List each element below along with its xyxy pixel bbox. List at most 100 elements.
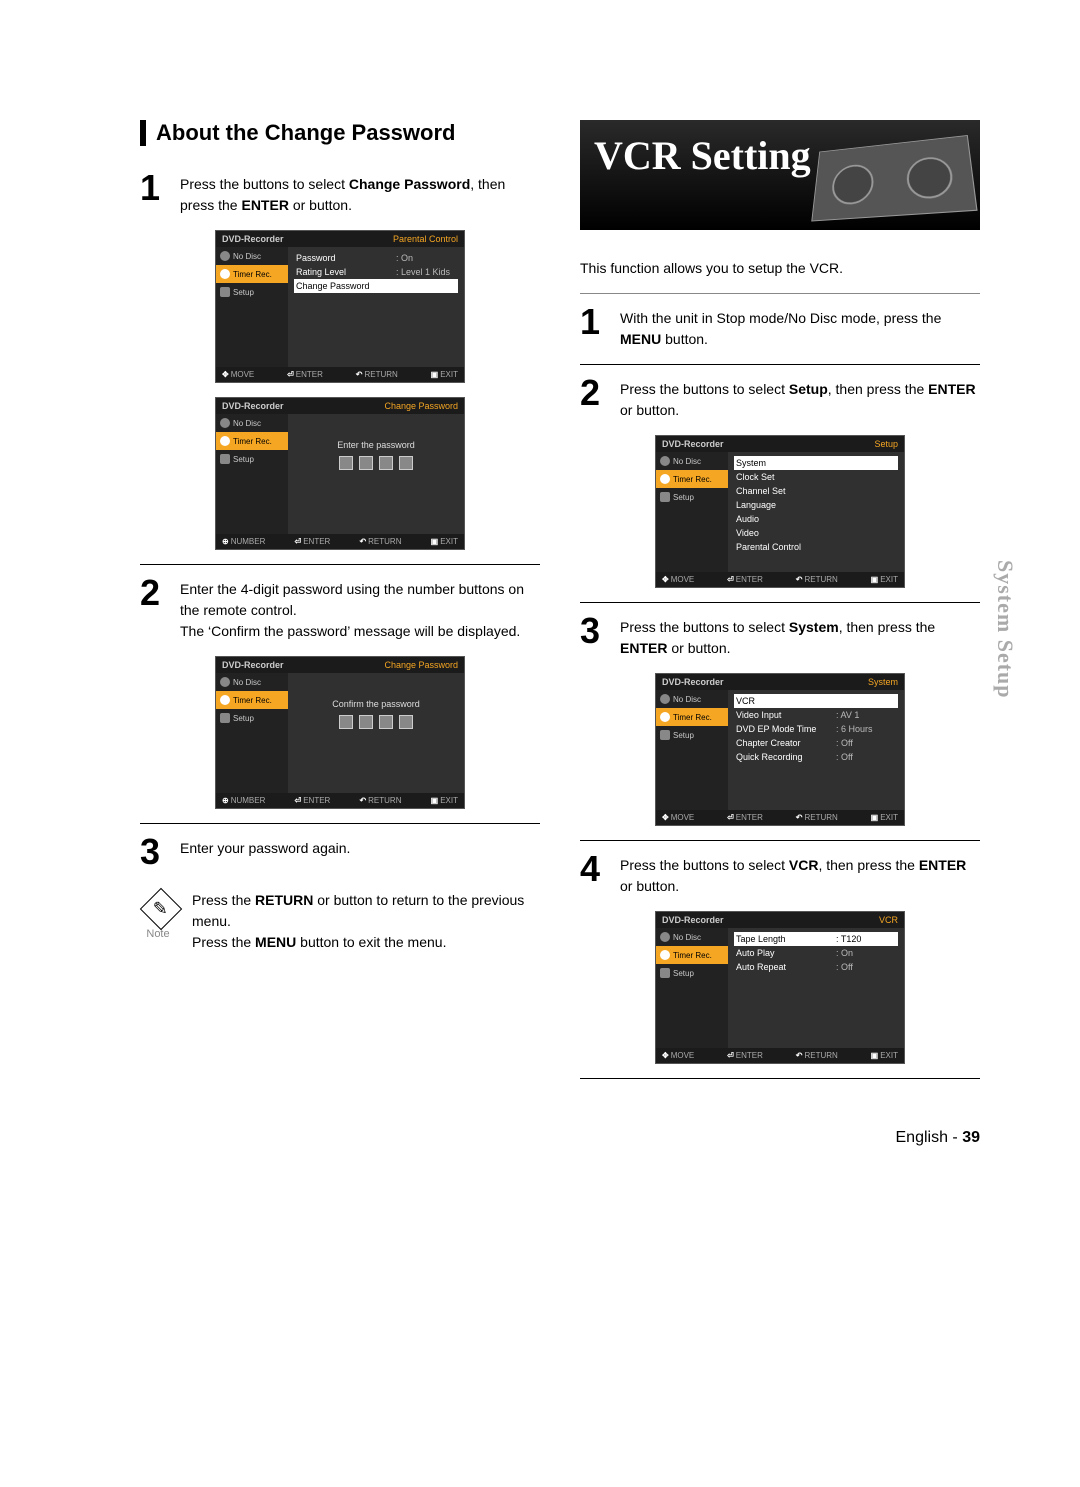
disc-icon	[660, 932, 670, 942]
step-text: With the unit in Stop mode/No Disc mode,…	[620, 304, 980, 350]
timer-icon	[220, 436, 230, 446]
step-number: 1	[580, 304, 620, 340]
left-step-3: 3 Enter your password again.	[140, 834, 540, 870]
footer-number: ⊕NUMBER	[222, 796, 265, 805]
osd-title: DVD-Recorder	[662, 677, 724, 687]
osd-row-label: Video Input	[736, 710, 826, 720]
sidebar-timer: Timer Rec.	[216, 265, 288, 283]
osd-sidebar: No Disc Timer Rec. Setup	[656, 690, 728, 810]
text: or	[289, 197, 309, 213]
footer-return: ↶RETURN	[796, 813, 838, 822]
password-boxes	[294, 715, 458, 729]
password-prompt: Enter the password	[294, 418, 458, 450]
step-number: 1	[140, 170, 180, 206]
text: button.	[309, 197, 352, 213]
osd-parental-control: DVD-Recorder Parental Control No Disc Ti…	[215, 230, 465, 383]
osd-confirm-password: DVD-Recorder Change Password No Disc Tim…	[215, 656, 465, 809]
osd-corner: Parental Control	[393, 234, 458, 244]
osd-footer: ✥MOVE ⏎ENTER ↶RETURN ▣EXIT	[656, 572, 904, 587]
right-step-1: 1 With the unit in Stop mode/No Disc mod…	[580, 304, 980, 350]
disc-icon	[660, 456, 670, 466]
footer-enter: ⏎ENTER	[727, 575, 763, 584]
osd-footer: ✥MOVE ⏎ENTER ↶RETURN ▣EXIT	[216, 367, 464, 382]
osd-row-label: Channel Set	[736, 486, 826, 496]
disc-icon	[220, 418, 230, 428]
sidebar-timer: Timer Rec.	[656, 708, 728, 726]
osd-system: DVD-Recorder System No Disc Timer Rec. S…	[655, 673, 905, 826]
step-text: Press the buttons to select Setup, then …	[620, 375, 980, 421]
sidebar-nodisc: No Disc	[656, 452, 728, 470]
osd-setup: DVD-Recorder Setup No Disc Timer Rec. Se…	[655, 435, 905, 588]
note-text: Press the RETURN or button to return to …	[192, 890, 540, 953]
note-label: Note	[143, 928, 173, 940]
osd-row-label: Language	[736, 500, 826, 510]
footer-return: ↶RETURN	[796, 1051, 838, 1060]
footer-enter: ⏎ENTER	[287, 370, 323, 379]
footer-move: ✥MOVE	[662, 1051, 694, 1060]
step-text: Enter the 4-digit password using the num…	[180, 575, 540, 642]
footer-enter: ⏎ENTER	[295, 796, 331, 805]
password-boxes	[294, 456, 458, 470]
sidebar-nodisc: No Disc	[216, 673, 288, 691]
step-number: 2	[140, 575, 180, 611]
osd-vcr: DVD-Recorder VCR No Disc Timer Rec. Setu…	[655, 911, 905, 1064]
gear-icon	[660, 730, 670, 740]
osd-corner: Change Password	[384, 401, 458, 411]
footer-exit: ▣EXIT	[431, 370, 458, 379]
osd-row-label: Auto Repeat	[736, 962, 826, 972]
timer-icon	[220, 695, 230, 705]
step-number: 3	[580, 613, 620, 649]
osd-row-label: Video	[736, 528, 826, 538]
osd-row-label: Auto Play	[736, 948, 826, 958]
osd-corner: Setup	[874, 439, 898, 449]
osd-enter-password: DVD-Recorder Change Password No Disc Tim…	[215, 397, 465, 550]
osd-title: DVD-Recorder	[662, 439, 724, 449]
osd-row-val: : Off	[836, 962, 853, 972]
sidebar-setup: Setup	[656, 964, 728, 982]
timer-icon	[660, 950, 670, 960]
osd-corner: Change Password	[384, 660, 458, 670]
step-number: 3	[140, 834, 180, 870]
osd-sidebar: No Disc Timer Rec. Setup	[656, 452, 728, 572]
text: Enter the 4-digit password using the num…	[180, 581, 524, 618]
right-step-4: 4 Press the buttons to select VCR, then …	[580, 851, 980, 897]
footer-enter: ⏎ENTER	[727, 813, 763, 822]
right-column: VCR Setting This function allows you to …	[580, 120, 980, 1089]
text-bold: Change Password	[349, 176, 470, 192]
osd-row-label: Parental Control	[736, 542, 826, 552]
osd-row-val: : Off	[836, 738, 853, 748]
vcr-banner: VCR Setting	[580, 120, 980, 230]
osd-row-label: Audio	[736, 514, 826, 524]
osd-sidebar: No Disc Timer Rec. Setup	[216, 414, 288, 534]
osd-title: DVD-Recorder	[222, 660, 284, 670]
text-bold: ENTER	[241, 197, 288, 213]
osd-row-val: : 6 Hours	[836, 724, 873, 734]
osd-row-label: DVD EP Mode Time	[736, 724, 826, 734]
osd-row-label: Clock Set	[736, 472, 826, 482]
left-step-1: 1 Press the buttons to select Change Pas…	[140, 170, 540, 216]
footer-exit: ▣EXIT	[431, 796, 458, 805]
timer-icon	[220, 269, 230, 279]
osd-row-val: : AV 1	[836, 710, 859, 720]
osd-title: DVD-Recorder	[662, 915, 724, 925]
password-prompt: Confirm the password	[294, 677, 458, 709]
side-tab: System Setup	[992, 560, 1018, 699]
left-step-2: 2 Enter the 4-digit password using the n…	[140, 575, 540, 642]
footer-return: ↶RETURN	[796, 575, 838, 584]
osd-footer: ⊕NUMBER ⏎ENTER ↶RETURN ▣EXIT	[216, 534, 464, 549]
osd-row-label: VCR	[736, 696, 826, 706]
note-block: ✎ Note Press the RETURN or button to ret…	[140, 890, 540, 953]
osd-row-val: : On	[396, 253, 413, 263]
osd-row-val: : T120	[836, 934, 861, 944]
footer-return: ↶RETURN	[356, 370, 398, 379]
gear-icon	[220, 454, 230, 464]
footer-number: ⊕NUMBER	[222, 537, 265, 546]
sidebar-timer: Timer Rec.	[216, 691, 288, 709]
footer-page: 39	[962, 1129, 980, 1146]
osd-row-val: : Off	[836, 752, 853, 762]
osd-row-label: Password	[296, 253, 386, 263]
sidebar-setup: Setup	[216, 283, 288, 301]
sidebar-setup: Setup	[656, 488, 728, 506]
disc-icon	[660, 694, 670, 704]
footer-move: ✥MOVE	[662, 813, 694, 822]
